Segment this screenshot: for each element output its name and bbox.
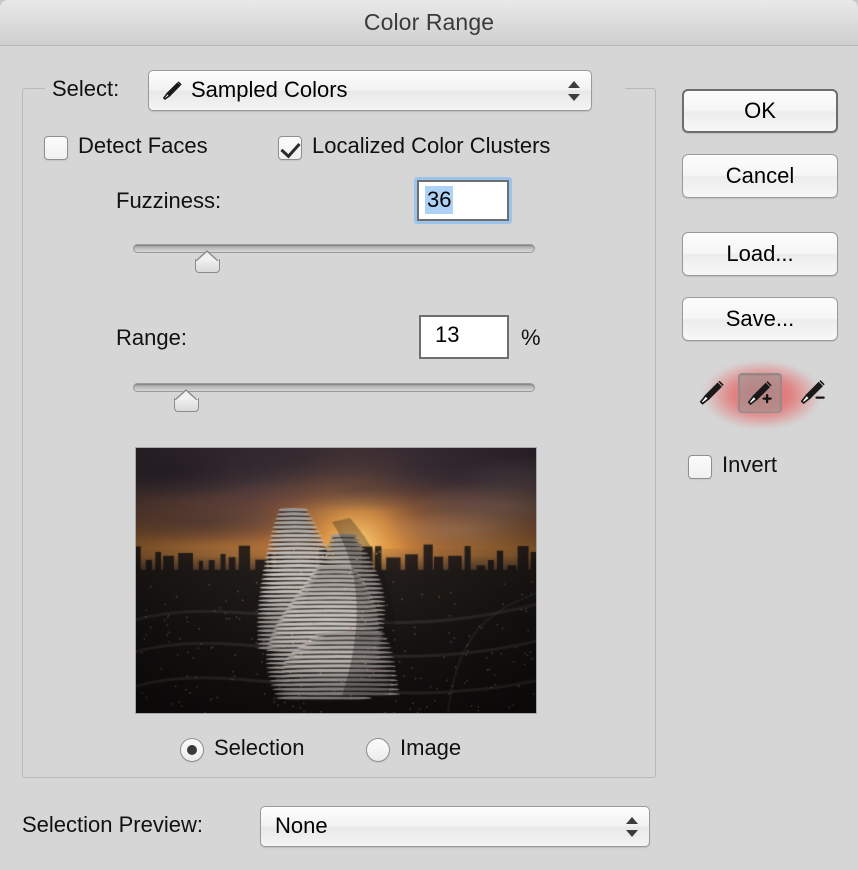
localized-color-clusters-checkbox[interactable] xyxy=(278,136,302,160)
select-label: Select: xyxy=(52,76,119,102)
fuzziness-slider-track[interactable] xyxy=(133,244,535,253)
fuzziness-label: Fuzziness: xyxy=(116,188,221,214)
select-dropdown[interactable]: Sampled Colors xyxy=(148,70,592,111)
fuzziness-slider-thumb[interactable] xyxy=(195,250,220,273)
selection-preview-value: None xyxy=(275,813,328,839)
fuzziness-input-focus-ring: 36 xyxy=(414,177,512,224)
selection-preview-dropdown[interactable]: None xyxy=(260,806,650,847)
selection-preview-label: Selection Preview: xyxy=(22,812,203,838)
fuzziness-value: 36 xyxy=(425,186,453,214)
dialog-title: Color Range xyxy=(0,0,858,45)
fuzziness-input[interactable]: 36 xyxy=(417,180,509,221)
eyedropper-icon[interactable] xyxy=(690,373,734,413)
radio-image[interactable] xyxy=(366,738,390,762)
select-dropdown-value: Sampled Colors xyxy=(191,77,348,103)
dialog-titlebar: Color Range xyxy=(0,0,858,46)
invert-label: Invert xyxy=(722,452,777,478)
detect-faces-label: Detect Faces xyxy=(78,133,208,159)
range-input[interactable]: 13 xyxy=(419,315,509,359)
updown-arrows-icon[interactable] xyxy=(626,814,638,840)
invert-checkbox[interactable] xyxy=(688,455,712,479)
preview-canvas[interactable] xyxy=(136,448,536,713)
localized-color-clusters-label: Localized Color Clusters xyxy=(312,133,550,159)
eyedropper-minus-icon[interactable] xyxy=(792,373,836,413)
preview-image[interactable] xyxy=(135,447,537,714)
range-value: 13 xyxy=(435,322,459,348)
range-unit-label: % xyxy=(521,325,541,351)
updown-arrows-icon[interactable] xyxy=(568,78,580,104)
ok-button[interactable]: OK xyxy=(682,89,838,133)
detect-faces-checkbox[interactable] xyxy=(44,136,68,160)
load-button[interactable]: Load... xyxy=(682,232,838,276)
radio-selection-label: Selection xyxy=(214,735,305,761)
cancel-button[interactable]: Cancel xyxy=(682,154,838,198)
radio-selection[interactable] xyxy=(180,738,204,762)
range-slider-thumb[interactable] xyxy=(174,389,199,412)
eyedropper-icon xyxy=(160,79,184,103)
color-range-dialog: Color Range Select: Sampled Colors Detec… xyxy=(0,0,858,870)
save-button[interactable]: Save... xyxy=(682,297,838,341)
eyedropper-plus-icon[interactable] xyxy=(738,373,782,413)
range-label: Range: xyxy=(116,325,187,351)
radio-image-label: Image xyxy=(400,735,461,761)
